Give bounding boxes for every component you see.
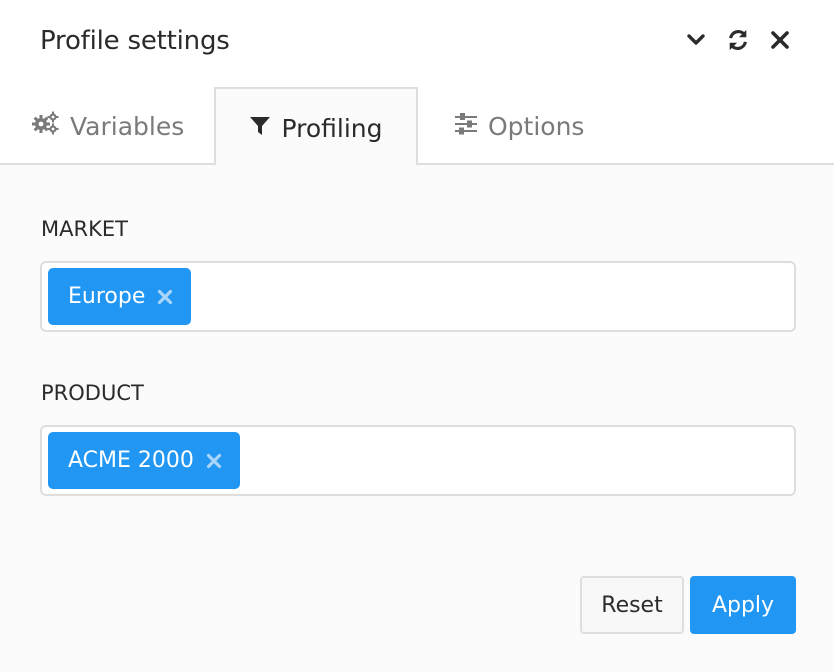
product-tag-input[interactable]: ACME 2000 [40,425,796,496]
sliders-icon [454,112,478,141]
dialog-title: Profile settings [40,26,230,56]
tab-options-label: Options [488,111,585,141]
remove-tag-icon[interactable] [157,289,173,305]
filter-icon [249,114,271,143]
market-tag-input[interactable]: Europe [40,261,796,332]
product-label: PRODUCT [41,381,144,405]
remove-tag-icon[interactable] [206,453,222,469]
chevron-down-icon[interactable] [684,28,708,52]
profiling-panel: MARKET Europe PRODUCT ACME 2000 Reset Ap… [0,165,834,672]
apply-button[interactable]: Apply [690,576,796,634]
refresh-icon[interactable] [726,28,750,52]
tab-variables[interactable]: Variables [32,87,184,165]
tab-variables-label: Variables [70,111,185,141]
market-tag: Europe [48,268,192,325]
close-icon[interactable] [768,28,792,52]
market-tag-label: Europe [68,284,146,309]
product-tag: ACME 2000 [48,432,240,489]
header-actions [684,28,792,52]
product-tag-label: ACME 2000 [68,448,194,473]
dialog-header: Profile settings [0,0,834,88]
reset-button[interactable]: Reset [580,576,684,634]
tab-profiling-label: Profiling [281,113,383,143]
tab-bar: Variables Profiling Options [0,87,834,167]
gears-icon [32,111,60,141]
market-label: MARKET [41,217,128,241]
tab-options[interactable]: Options [454,87,584,165]
tab-profiling[interactable]: Profiling [214,87,418,167]
